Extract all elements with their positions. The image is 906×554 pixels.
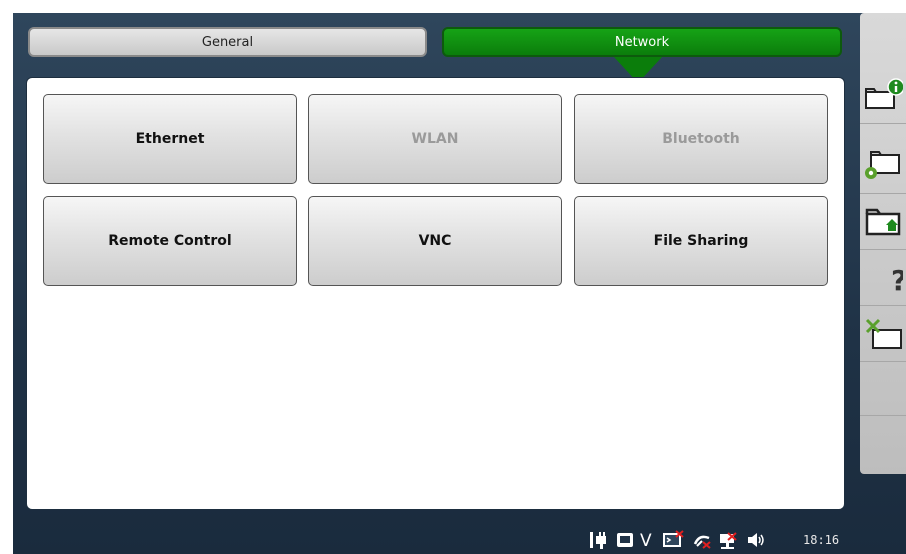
wlan-button[interactable]: WLAN xyxy=(308,94,562,184)
screen: General Network Ethernet WLAN Bluetooth … xyxy=(13,13,906,554)
bluetooth-button[interactable]: Bluetooth xyxy=(574,94,828,184)
status-bar: V 18:16 xyxy=(13,525,906,554)
home-folder-icon xyxy=(865,208,901,236)
tab-network[interactable]: Network xyxy=(442,27,842,57)
right-toolbar: ? xyxy=(860,13,906,474)
help-icon: ? xyxy=(891,264,903,296)
vnc-v-glyph: V xyxy=(640,531,652,550)
clock: 18:16 xyxy=(803,533,840,547)
wlan-button-label: WLAN xyxy=(411,131,459,147)
help-button[interactable]: ? xyxy=(860,251,906,306)
speaker-icon xyxy=(748,533,764,547)
toolbar-empty-slot xyxy=(860,363,906,416)
remote-control-button-label: Remote Control xyxy=(108,233,232,249)
remote-terminal-icon xyxy=(663,530,684,547)
network-disconnected-icon xyxy=(720,532,737,549)
remote-control-button[interactable]: Remote Control xyxy=(43,196,297,286)
ethernet-button[interactable]: Ethernet xyxy=(43,94,297,184)
tab-general-label: General xyxy=(201,34,254,50)
vnc-button[interactable]: VNC xyxy=(308,196,562,286)
tab-network-label: Network xyxy=(614,34,670,50)
info-button[interactable] xyxy=(860,69,906,124)
bluetooth-button-label: Bluetooth xyxy=(662,131,740,147)
vnc-button-label: VNC xyxy=(418,233,452,249)
tab-general[interactable]: General xyxy=(28,27,427,57)
tools-folder-icon xyxy=(865,318,902,349)
satellite-icon xyxy=(693,535,711,549)
file-sharing-button[interactable]: File Sharing xyxy=(574,196,828,286)
settings-button[interactable] xyxy=(860,133,906,194)
storage-icon xyxy=(617,533,633,547)
info-folder-icon xyxy=(865,78,903,109)
power-plug-icon xyxy=(590,532,606,549)
file-sharing-button-label: File Sharing xyxy=(653,233,749,249)
ethernet-button-label: Ethernet xyxy=(135,131,205,147)
vnc-v-icon: V xyxy=(640,531,652,550)
home-button[interactable] xyxy=(860,195,906,250)
toolbar-empty-slot-2 xyxy=(860,416,906,468)
network-settings-panel: Ethernet WLAN Bluetooth Remote Control V… xyxy=(26,77,845,510)
settings-folder-icon xyxy=(865,151,900,179)
tools-button[interactable] xyxy=(860,307,906,362)
svg-text:?: ? xyxy=(891,264,903,296)
